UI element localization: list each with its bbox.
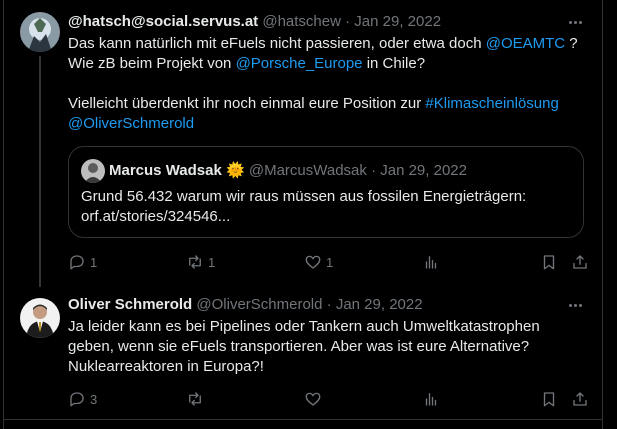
retweet-icon: [189, 392, 201, 406]
tweet-header: Oliver Schmerold @OliverSchmerold · Jan …: [68, 295, 590, 315]
reply-button[interactable]: 1: [68, 252, 97, 272]
separator-dot: ·: [345, 13, 351, 30]
text-line: Nuklearreaktoren in Europa?!: [68, 358, 264, 375]
tweet-text: Das kann natürlich mit eFuels nicht pass…: [68, 34, 588, 134]
tweet-header: @hatsch@social.servus.at @hatschew · Jan…: [68, 12, 590, 32]
bookmark-icon: [543, 255, 555, 270]
views-icon: [425, 393, 437, 406]
quote-date[interactable]: Jan 29, 2022: [380, 162, 467, 179]
author-name[interactable]: Oliver Schmerold: [68, 296, 192, 313]
views-button[interactable]: [422, 252, 440, 272]
like-button[interactable]: 1: [304, 252, 333, 272]
tweet-divider: [4, 419, 602, 420]
avatar[interactable]: [20, 12, 60, 52]
reply-count: 3: [90, 391, 98, 407]
avatar[interactable]: [20, 298, 60, 338]
mention-link[interactable]: @Porsche_Europe: [236, 55, 363, 72]
retweet-icon: [189, 255, 201, 269]
reply-button[interactable]: 3: [68, 389, 97, 409]
timeline-border-right: [602, 0, 603, 429]
tweet-actions: 1 1 1: [68, 252, 592, 272]
share-icon: [573, 392, 587, 406]
text-segment: Wie zB beim Projekt von: [68, 55, 236, 72]
reply-icon: [70, 392, 84, 407]
like-icon: [305, 392, 321, 406]
retweet-button[interactable]: [186, 389, 204, 409]
like-count: 1: [326, 254, 334, 270]
bookmark-button[interactable]: [540, 389, 558, 409]
more-icon[interactable]: [566, 295, 584, 315]
text-line: Ja leider kann es bei Pipelines oder Tan…: [68, 318, 540, 335]
like-button[interactable]: [304, 389, 322, 409]
mention-link[interactable]: @OEAMTC: [486, 35, 565, 52]
quote-text: Grund 56.432 warum wir raus müssen aus f…: [81, 187, 571, 227]
quoted-tweet[interactable]: Marcus Wadsak 🌞 @MarcusWadsak · Jan 29, …: [68, 146, 584, 238]
quote-line: Grund 56.432 warum wir raus müssen aus f…: [81, 188, 527, 205]
author-handle[interactable]: @hatschew: [262, 13, 341, 30]
mention-link[interactable]: @OliverSchmerold: [68, 115, 194, 132]
text-segment: in Chile?: [362, 55, 426, 72]
retweet-button[interactable]: 1: [186, 252, 215, 272]
text-segment: Vielleicht überdenkt ihr noch einmal eur…: [68, 95, 426, 112]
quote-author-name[interactable]: Marcus Wadsak: [109, 162, 222, 179]
views-button[interactable]: [422, 389, 440, 409]
share-button[interactable]: [571, 389, 589, 409]
tweet-actions: 3: [68, 389, 592, 409]
sun-emoji: 🌞: [226, 162, 245, 179]
text-segment: ?: [565, 35, 578, 52]
more-icon[interactable]: [566, 12, 584, 32]
separator-dot: ·: [371, 162, 377, 179]
text-line: geben, wenn sie eFuels transportieren. A…: [68, 338, 530, 355]
share-button[interactable]: [571, 252, 589, 272]
hashtag-link[interactable]: #Klimascheinlösung: [425, 95, 558, 112]
separator-dot: ·: [326, 296, 332, 313]
like-icon: [305, 255, 321, 269]
tweet-date[interactable]: Jan 29, 2022: [354, 13, 441, 30]
quote-header: Marcus Wadsak 🌞 @MarcusWadsak · Jan 29, …: [109, 161, 467, 181]
views-icon: [425, 256, 437, 269]
quote-line: orf.at/stories/324546...: [81, 208, 231, 225]
text-segment: Das kann natürlich mit eFuels nicht pass…: [68, 35, 486, 52]
thread-line: [39, 56, 41, 287]
quote-avatar[interactable]: [81, 159, 105, 183]
tweet-date[interactable]: Jan 29, 2022: [336, 296, 423, 313]
reply-icon: [70, 255, 84, 270]
reply-count: 1: [90, 254, 98, 270]
author-name[interactable]: @hatsch@social.servus.at: [68, 13, 258, 30]
tweet[interactable]: Oliver Schmerold @OliverSchmerold · Jan …: [4, 287, 602, 419]
author-handle[interactable]: @OliverSchmerold: [196, 296, 322, 313]
share-icon: [573, 255, 587, 269]
bookmark-icon: [543, 392, 555, 407]
tweet-text: Ja leider kann es bei Pipelines oder Tan…: [68, 317, 588, 377]
quote-author-handle[interactable]: @MarcusWadsak: [249, 162, 367, 179]
tweet[interactable]: @hatsch@social.servus.at @hatschew · Jan…: [4, 0, 602, 287]
retweet-count: 1: [208, 254, 216, 270]
bookmark-button[interactable]: [540, 252, 558, 272]
